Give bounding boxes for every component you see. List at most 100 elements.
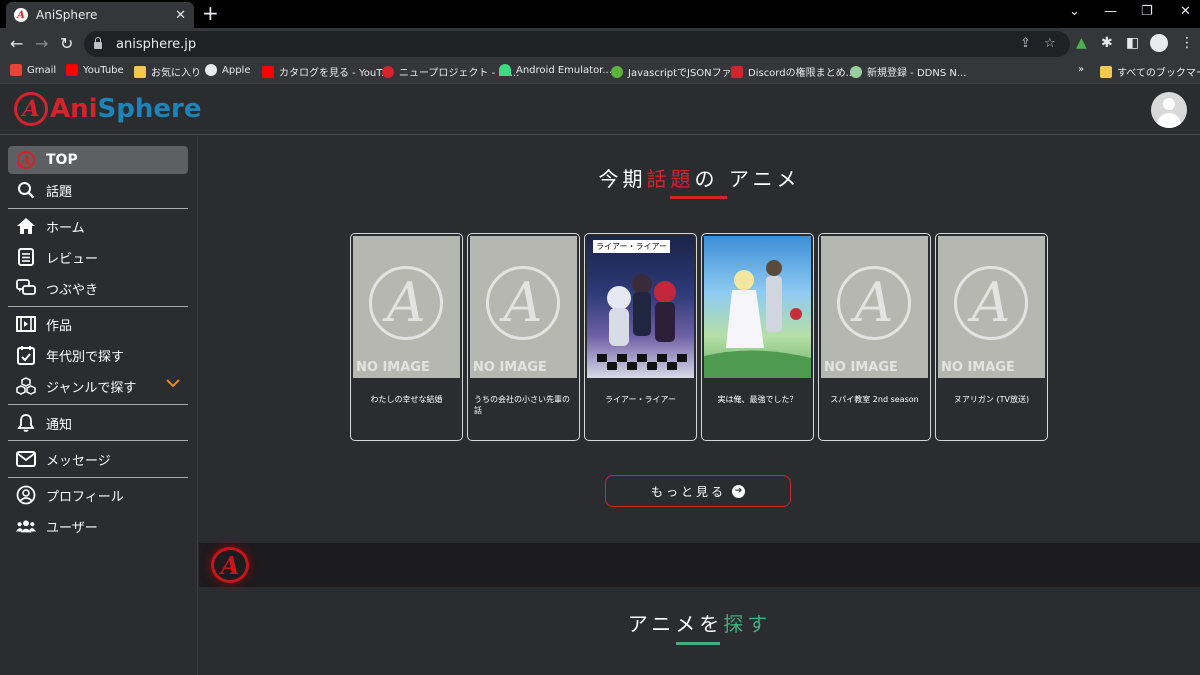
no-image-label: NO IMAGE <box>356 360 430 375</box>
sidebar-item-notifications[interactable]: 通知 <box>8 409 188 437</box>
sidebar-item-label: プロフィール <box>46 489 124 505</box>
browser-tabstrip: A AniSphere ✕ + ⌄ — ❐ ✕ <box>0 0 1200 28</box>
sidebar-item-label: 作品 <box>46 318 73 334</box>
sidebar-divider <box>8 440 188 441</box>
bookmark-item[interactable]: お気に入り <box>134 64 201 79</box>
anime-poster-image: ライアー・ライアー <box>587 236 694 378</box>
address-bar[interactable]: anisphere.jp ⇪ ☆ <box>84 31 1070 57</box>
sidebar-item-by-era[interactable]: 年代別で探す <box>8 341 188 369</box>
site-icon <box>611 65 623 78</box>
sidebar-divider <box>8 306 188 307</box>
cubes-icon <box>16 376 36 396</box>
home-icon <box>16 216 36 236</box>
sidebar-divider <box>8 208 188 209</box>
bookmarks-bar: Gmail YouTube お気に入り Apple カタログを見る - YouT… <box>0 60 1200 84</box>
close-window-button[interactable]: ✕ <box>1180 4 1191 19</box>
tab-close-icon[interactable]: ✕ <box>175 8 186 23</box>
drive-icon[interactable]: ▲ <box>1076 35 1087 51</box>
sidebar-divider <box>8 477 188 478</box>
sidebar-item-label: ホーム <box>46 220 85 236</box>
logo-text-sphere: Sphere <box>97 94 202 124</box>
browser-menu-icon[interactable]: ⋮ <box>1180 35 1194 51</box>
youtube-icon <box>66 64 78 76</box>
youtube-icon <box>262 65 274 78</box>
sidebar-item-trending[interactable]: 話題 <box>8 176 188 204</box>
bookmark-item[interactable]: Gmail <box>10 64 56 76</box>
bell-icon <box>16 413 36 433</box>
sidebar-item-label: ユーザー <box>46 520 98 536</box>
anime-card[interactable]: A NO IMAGE ヌアリガン (TV放送) <box>935 233 1048 441</box>
browser-tab[interactable]: A AniSphere ✕ <box>6 2 194 28</box>
anime-card[interactable]: A NO IMAGE スパイ教室 2nd season <box>818 233 931 441</box>
tab-search-icon[interactable]: ⌄ <box>1069 4 1080 19</box>
tab-title: AniSphere <box>36 8 98 22</box>
restore-button[interactable]: ❐ <box>1141 4 1153 19</box>
apple-icon <box>205 64 217 76</box>
anime-card[interactable]: A NO IMAGE わたしの幸せな結婚 <box>350 233 463 441</box>
sidebar-item-home[interactable]: ホーム <box>8 212 188 240</box>
bookmark-item[interactable]: JavascriptでJSONファ... <box>611 64 741 79</box>
chat-icon <box>16 278 36 298</box>
title-underline <box>670 196 727 199</box>
anime-card-title: スパイ教室 2nd season <box>830 395 919 404</box>
extensions-icon[interactable]: ✱ <box>1101 35 1113 51</box>
back-button[interactable]: ← <box>10 34 23 53</box>
sidebar-item-users[interactable]: ユーザー <box>8 512 188 540</box>
favicon-icon: A <box>14 8 28 22</box>
bookmark-item[interactable]: Apple <box>205 64 250 76</box>
anime-card-title: 実は俺、最強でした？ <box>717 395 798 404</box>
forward-button[interactable]: → <box>35 34 48 53</box>
browser-toolbar: ← → ↻ anisphere.jp ⇪ ☆ ▲ ✱ ◧ ⋮ <box>0 28 1200 60</box>
browser-profile-icon[interactable] <box>1150 34 1168 52</box>
reload-button[interactable]: ↻ <box>60 34 73 53</box>
sidebar-item-top[interactable]: A TOP <box>8 146 188 174</box>
logo-mark-icon: A <box>14 92 48 126</box>
anime-card-title: わたしの幸せな結婚 <box>370 395 443 404</box>
no-image-placeholder: A NO IMAGE <box>938 236 1045 378</box>
new-tab-button[interactable]: + <box>202 3 219 23</box>
anisphere-logo-icon: A <box>16 150 36 170</box>
sidebar-item-by-genre[interactable]: ジャンルで探す <box>8 372 188 400</box>
see-more-button[interactable]: もっと見る ➔ <box>605 475 791 507</box>
user-avatar[interactable] <box>1151 92 1187 128</box>
chevron-down-icon[interactable] <box>166 376 180 392</box>
no-image-label: NO IMAGE <box>941 360 1015 375</box>
logo-text-ani: Ani <box>50 94 98 124</box>
see-more-label: もっと見る <box>650 484 726 499</box>
sidebar-item-tweets[interactable]: つぶやき <box>8 274 188 302</box>
envelope-icon <box>16 449 36 469</box>
no-image-placeholder: A NO IMAGE <box>470 236 577 378</box>
sidebar-item-works[interactable]: 作品 <box>8 310 188 338</box>
site-logo[interactable]: A Ani Sphere <box>14 92 201 126</box>
sidebar-item-label: 話題 <box>46 184 73 200</box>
minimize-button[interactable]: — <box>1104 4 1117 19</box>
anime-card-title: ヌアリガン (TV放送) <box>953 395 1030 404</box>
anime-card[interactable]: A NO IMAGE うちの会社の小さい先輩の話 <box>467 233 580 441</box>
gmail-icon <box>10 64 22 76</box>
anime-card[interactable]: 実は俺、最強でした？ <box>701 233 814 441</box>
share-icon[interactable]: ⇪ <box>1020 36 1031 51</box>
bookmark-item[interactable]: YouTube <box>66 64 124 76</box>
bookmark-item[interactable]: 新規登録 - DDNS N... <box>850 64 966 79</box>
bookmark-star-icon[interactable]: ☆ <box>1044 36 1056 51</box>
sidebar-item-messages[interactable]: メッセージ <box>8 445 188 473</box>
all-bookmarks-folder[interactable]: すべてのブックマーク <box>1100 64 1200 79</box>
sidebar-item-review[interactable]: レビュー <box>8 243 188 271</box>
map-pin-icon <box>850 65 862 78</box>
anisphere-logo-icon: A <box>954 266 1028 340</box>
poster-artwork <box>704 260 811 378</box>
folder-icon <box>1100 65 1112 78</box>
anime-card-title: ライアー・ライアー <box>604 395 677 404</box>
bookmark-item[interactable]: Android Emulator... <box>499 64 612 76</box>
no-image-placeholder: A NO IMAGE <box>353 236 460 378</box>
users-icon <box>16 516 36 536</box>
anisphere-logo-icon: A <box>369 266 443 340</box>
sidebar-item-profile[interactable]: プロフィール <box>8 481 188 509</box>
anime-card[interactable]: ライアー・ライアー ライアー・ライアー <box>584 233 697 441</box>
no-image-label: NO IMAGE <box>473 360 547 375</box>
side-panel-icon[interactable]: ◧ <box>1126 35 1139 51</box>
more-bookmarks-button[interactable]: » <box>1078 64 1084 75</box>
bookmark-item[interactable]: Discordの権限まとめ... <box>731 64 855 79</box>
bookmark-item[interactable]: カタログを見る - YouT... <box>262 64 391 79</box>
svg-text:A: A <box>19 154 31 169</box>
